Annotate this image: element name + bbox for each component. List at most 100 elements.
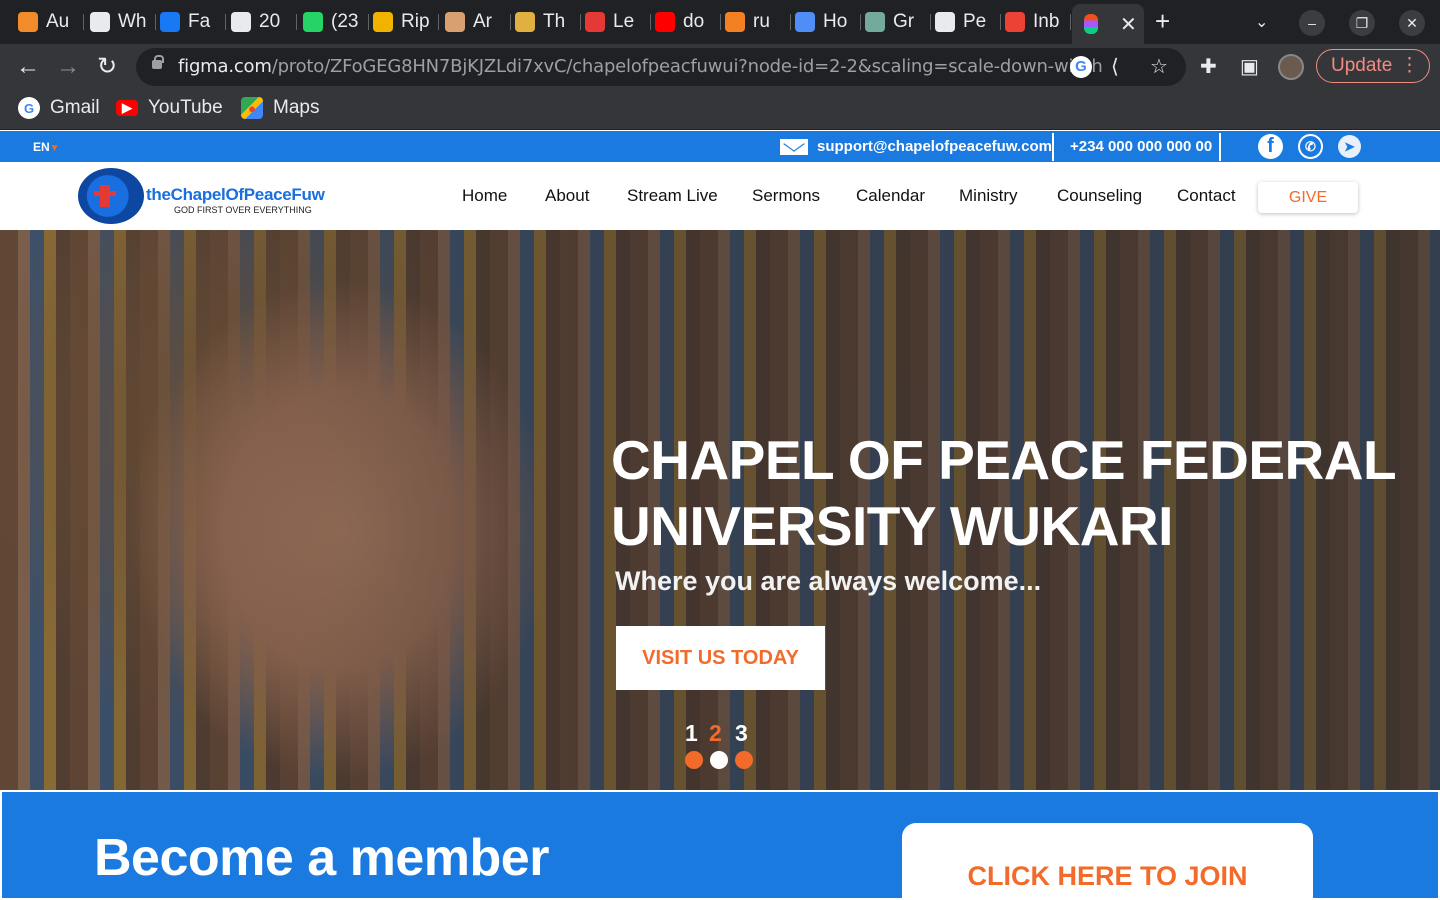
globe-icon xyxy=(935,12,955,32)
logo-tagline: GOD FIRST OVER EVERYTHING xyxy=(174,205,312,215)
address-bar[interactable]: figma.com/proto/ZFoGEG8HN7BjKJZLdi7xvC/c… xyxy=(136,48,1186,86)
tab-figma-active[interactable]: ✕ xyxy=(1072,4,1144,44)
browser-tab[interactable]: ru xyxy=(725,6,791,38)
browser-tab[interactable]: Wh xyxy=(90,6,156,38)
tab-title: Ar xyxy=(473,11,492,32)
tab-separator xyxy=(296,14,297,30)
bookmark-gmail[interactable]: G Gmail xyxy=(18,97,100,119)
browser-tab[interactable]: Inb xyxy=(1005,6,1071,38)
globe-icon xyxy=(231,12,251,32)
bookmark-label: Gmail xyxy=(50,97,100,118)
church-logo[interactable] xyxy=(78,168,144,224)
browser-tab[interactable]: Pe xyxy=(935,6,1001,38)
tab-separator xyxy=(1000,14,1001,30)
google-lens-icon[interactable]: G xyxy=(1070,56,1092,78)
tab-title: Ho xyxy=(823,11,848,32)
tab-separator xyxy=(225,14,226,30)
facebook-icon[interactable]: f xyxy=(1258,134,1283,159)
bookmark-star-icon[interactable]: ☆ xyxy=(1150,54,1168,79)
menu-dots-icon[interactable]: ⋮ xyxy=(1400,50,1419,81)
restore-button[interactable]: ❐ xyxy=(1349,10,1375,36)
tab-separator xyxy=(368,14,369,30)
tab-title: ru xyxy=(753,11,770,32)
youtube-icon: ▶ xyxy=(116,100,138,116)
browser-tab[interactable]: Fa xyxy=(160,6,226,38)
slide-number[interactable]: 3 xyxy=(735,720,748,747)
profile-avatar[interactable] xyxy=(1278,54,1304,80)
tab-title: Le xyxy=(613,11,635,32)
whatsapp-icon[interactable]: ✆ xyxy=(1298,134,1323,159)
tab-search-chevron-icon[interactable]: ⌄ xyxy=(1255,12,1268,32)
nav-sermons[interactable]: Sermons xyxy=(752,186,820,206)
nav-counseling[interactable]: Counseling xyxy=(1057,186,1142,206)
gmail-icon xyxy=(1005,12,1025,32)
url-text: figma.com/proto/ZFoGEG8HN7BjKJZLdi7xvC/c… xyxy=(178,56,1103,77)
join-button[interactable]: CLICK HERE TO JOIN xyxy=(902,823,1313,900)
reload-button[interactable]: ↻ xyxy=(97,53,117,81)
new-tab-button[interactable]: + xyxy=(1155,8,1170,34)
become-member-section: Become a member CLICK HERE TO JOIN xyxy=(0,790,1440,900)
tab-title: Wh xyxy=(118,11,147,32)
browser-tab[interactable]: Ho xyxy=(795,6,861,38)
visit-us-button[interactable]: VISIT US TODAY xyxy=(616,626,825,690)
stack-icon xyxy=(18,12,38,32)
bookmark-label: Maps xyxy=(273,97,320,118)
nav-stream-live[interactable]: Stream Live xyxy=(627,186,718,206)
tab-title: Th xyxy=(543,11,566,32)
browser-tab[interactable]: Gr xyxy=(865,6,931,38)
logo-name[interactable]: theChapelOfPeaceFuw xyxy=(146,185,325,205)
back-button[interactable]: ← xyxy=(16,53,40,81)
browser-tab[interactable]: Au xyxy=(18,6,84,38)
browser-tab[interactable]: do xyxy=(655,6,721,38)
close-window-button[interactable]: ✕ xyxy=(1399,10,1425,36)
fox-icon xyxy=(445,12,465,32)
give-button[interactable]: GIVE xyxy=(1258,182,1358,213)
telegram-icon[interactable]: ➤ xyxy=(1338,135,1361,158)
tab-separator xyxy=(650,14,651,30)
nav-ministry[interactable]: Ministry xyxy=(959,186,1018,206)
slide-dot[interactable] xyxy=(710,751,728,769)
nav-about[interactable]: About xyxy=(545,186,589,206)
bookmarks-bar: G Gmail ▶ YouTube ● Maps xyxy=(0,90,1440,130)
browser-tab[interactable]: Le xyxy=(585,6,651,38)
divider xyxy=(1052,133,1054,161)
nav-contact[interactable]: Contact xyxy=(1177,186,1236,206)
globe-icon xyxy=(90,12,110,32)
hero-title: CHAPEL OF PEACE FEDERAL UNIVERSITY WUKAR… xyxy=(611,429,1396,557)
slide-dot[interactable] xyxy=(735,751,753,769)
forward-button[interactable]: → xyxy=(56,53,80,81)
tab-title: Gr xyxy=(893,11,915,32)
youtube-icon xyxy=(655,12,675,32)
browser-tab[interactable]: Th xyxy=(515,6,581,38)
slide-dot[interactable] xyxy=(685,751,703,769)
hero-slider: CHAPEL OF PEACE FEDERAL UNIVERSITY WUKAR… xyxy=(0,230,1440,790)
support-email-link[interactable]: support@chapelofpeacefuw.com xyxy=(817,138,1052,155)
browser-tab[interactable]: Rip xyxy=(373,6,439,38)
close-tab-icon[interactable]: ✕ xyxy=(1120,12,1137,37)
share-icon[interactable]: ⟨ xyxy=(1111,54,1119,79)
browser-tab[interactable]: Ar xyxy=(445,6,511,38)
side-panel-icon[interactable]: ▣ xyxy=(1240,54,1259,79)
browser-tab[interactable]: (23 xyxy=(303,6,369,38)
bookmark-maps[interactable]: ● Maps xyxy=(241,97,319,119)
language-selector[interactable]: EN▼ xyxy=(33,140,60,154)
tab-separator xyxy=(1070,14,1071,30)
divider xyxy=(1219,133,1221,161)
minimize-button[interactable]: – xyxy=(1299,10,1325,36)
extensions-icon[interactable]: ✚ xyxy=(1200,54,1217,79)
bookmark-youtube[interactable]: ▶ YouTube xyxy=(116,97,223,119)
nav-calendar[interactable]: Calendar xyxy=(856,186,925,206)
nav-home[interactable]: Home xyxy=(462,186,507,206)
browser-tab[interactable]: 20 xyxy=(231,6,297,38)
tab-separator xyxy=(930,14,931,30)
cross-icon xyxy=(94,185,116,207)
update-button[interactable]: Update ⋮ xyxy=(1316,49,1430,83)
slide-number[interactable]: 2 xyxy=(709,720,722,747)
slide-number[interactable]: 1 xyxy=(685,720,698,747)
phone-number[interactable]: +234 000 000 000 00 xyxy=(1070,138,1212,155)
stackoverflow-icon xyxy=(725,12,745,32)
tab-title: Rip xyxy=(401,11,430,32)
tab-separator xyxy=(510,14,511,30)
tab-separator xyxy=(860,14,861,30)
tab-title: Inb xyxy=(1033,11,1060,32)
